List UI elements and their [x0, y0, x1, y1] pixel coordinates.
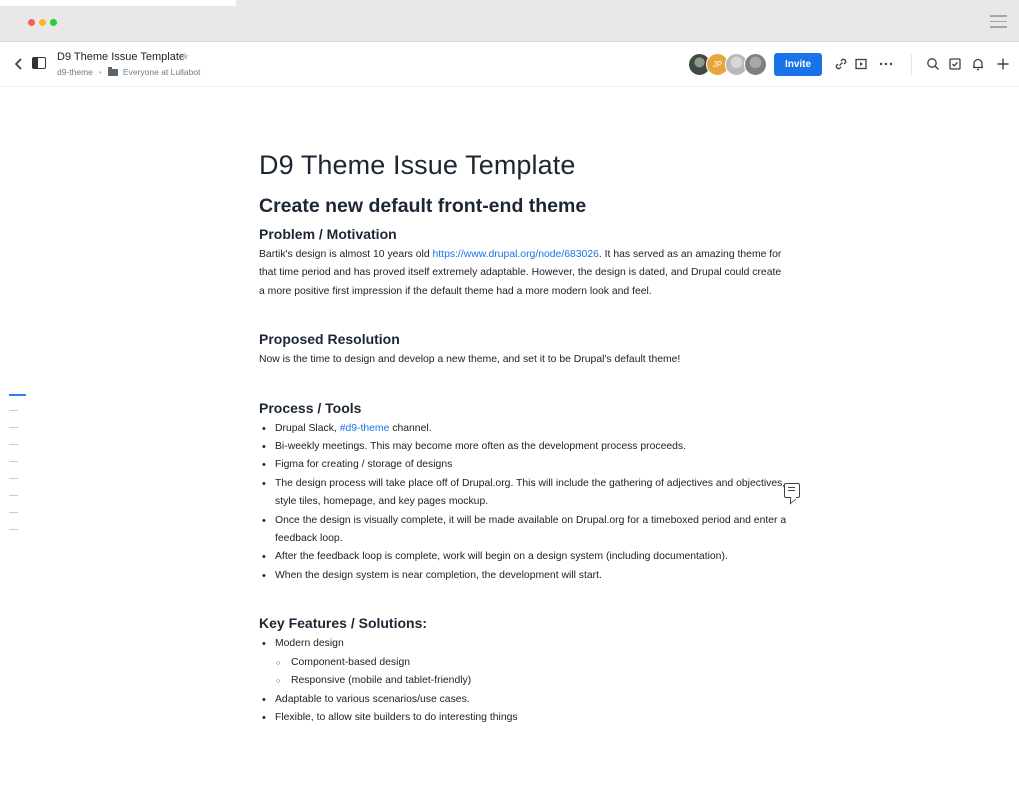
- more-icon[interactable]: [878, 56, 894, 72]
- list-item[interactable]: Bi-weekly meetings. This may become more…: [259, 438, 789, 457]
- collaborator-avatars[interactable]: JP: [688, 53, 770, 76]
- section-heading-resolution[interactable]: Proposed Resolution: [259, 331, 789, 347]
- chevron-left-icon[interactable]: [13, 57, 25, 71]
- link-icon[interactable]: [833, 56, 849, 72]
- list-item[interactable]: Modern design: [259, 635, 789, 654]
- outline-marker[interactable]: [9, 512, 18, 513]
- list-item[interactable]: Adaptable to various scenarios/use cases…: [259, 691, 789, 710]
- resolution-paragraph[interactable]: Now is the time to design and develop a …: [259, 351, 789, 369]
- section-heading-problem[interactable]: Problem / Motivation: [259, 226, 789, 242]
- sub-list-item[interactable]: Component-based design: [259, 654, 789, 674]
- breadcrumb: d9-theme • Everyone at Lullabot: [57, 66, 201, 77]
- close-window-icon[interactable]: [28, 19, 35, 26]
- problem-paragraph[interactable]: Bartik's design is almost 10 years old h…: [259, 246, 789, 301]
- slack-channel-link[interactable]: #d9-theme: [340, 423, 390, 434]
- avatar[interactable]: [744, 53, 767, 76]
- breadcrumb-space[interactable]: d9-theme: [57, 67, 93, 77]
- list-item[interactable]: Drupal Slack, #d9-theme channel.: [259, 420, 789, 439]
- document-body[interactable]: D9 Theme Issue Template Create new defau…: [259, 150, 789, 728]
- list-item[interactable]: When the design system is near completio…: [259, 567, 789, 586]
- list-item-text: Drupal Slack,: [275, 422, 340, 434]
- process-list: Drupal Slack, #d9-theme channel. Bi-week…: [259, 420, 789, 586]
- minimize-window-icon[interactable]: [39, 19, 46, 26]
- invite-button[interactable]: Invite: [774, 53, 822, 76]
- problem-text: Bartik's design is almost 10 years old: [259, 249, 433, 260]
- list-item[interactable]: After the feedback loop is complete, wor…: [259, 548, 789, 567]
- breadcrumb-folder[interactable]: Everyone at Lullabot: [123, 67, 201, 77]
- list-item[interactable]: Figma for creating / storage of designs: [259, 456, 789, 475]
- star-icon[interactable]: ★: [180, 50, 190, 63]
- sidebar-toggle-icon[interactable]: [32, 57, 46, 69]
- outline-marker-active[interactable]: [9, 394, 26, 396]
- list-item[interactable]: Once the design is visually complete, it…: [259, 512, 789, 549]
- features-list: Modern design Component-based design Res…: [259, 635, 789, 727]
- hamburger-menu-icon[interactable]: [990, 15, 1007, 28]
- outline-marker[interactable]: [9, 444, 18, 445]
- outline-marker[interactable]: [9, 495, 18, 496]
- maximize-window-icon[interactable]: [50, 19, 57, 26]
- plus-icon[interactable]: [995, 56, 1011, 72]
- checkbox-icon[interactable]: [947, 56, 963, 72]
- list-item[interactable]: Flexible, to allow site builders to do i…: [259, 709, 789, 728]
- doc-toolbar: D9 Theme Issue Template ★ d9-theme • Eve…: [0, 42, 1019, 87]
- outline-marker[interactable]: [9, 529, 18, 530]
- list-item[interactable]: The design process will take place off o…: [259, 475, 789, 512]
- outline-marker[interactable]: [9, 478, 18, 479]
- breadcrumb-separator: •: [98, 67, 102, 77]
- comment-icon[interactable]: [784, 483, 800, 498]
- outline-marker[interactable]: [9, 410, 18, 411]
- drupal-node-link[interactable]: https://www.drupal.org/node/683026: [433, 249, 599, 260]
- present-icon[interactable]: [853, 56, 869, 72]
- outline-marker[interactable]: [9, 461, 18, 462]
- search-icon[interactable]: [925, 56, 941, 72]
- toolbar-divider: [911, 54, 912, 75]
- document-subtitle[interactable]: Create new default front-end theme: [259, 195, 789, 218]
- tab-notch: [0, 0, 236, 6]
- document-title[interactable]: D9 Theme Issue Template: [259, 150, 789, 181]
- window-titlebar: [0, 0, 1019, 42]
- outline-marker[interactable]: [9, 427, 18, 428]
- doc-title: D9 Theme Issue Template: [57, 51, 185, 63]
- bell-icon[interactable]: [970, 56, 986, 72]
- section-heading-features[interactable]: Key Features / Solutions:: [259, 615, 789, 631]
- list-item-text: channel.: [389, 422, 432, 434]
- section-heading-process[interactable]: Process / Tools: [259, 400, 789, 416]
- folder-icon: [107, 66, 118, 76]
- sub-list-item[interactable]: Responsive (mobile and tablet-friendly): [259, 672, 789, 692]
